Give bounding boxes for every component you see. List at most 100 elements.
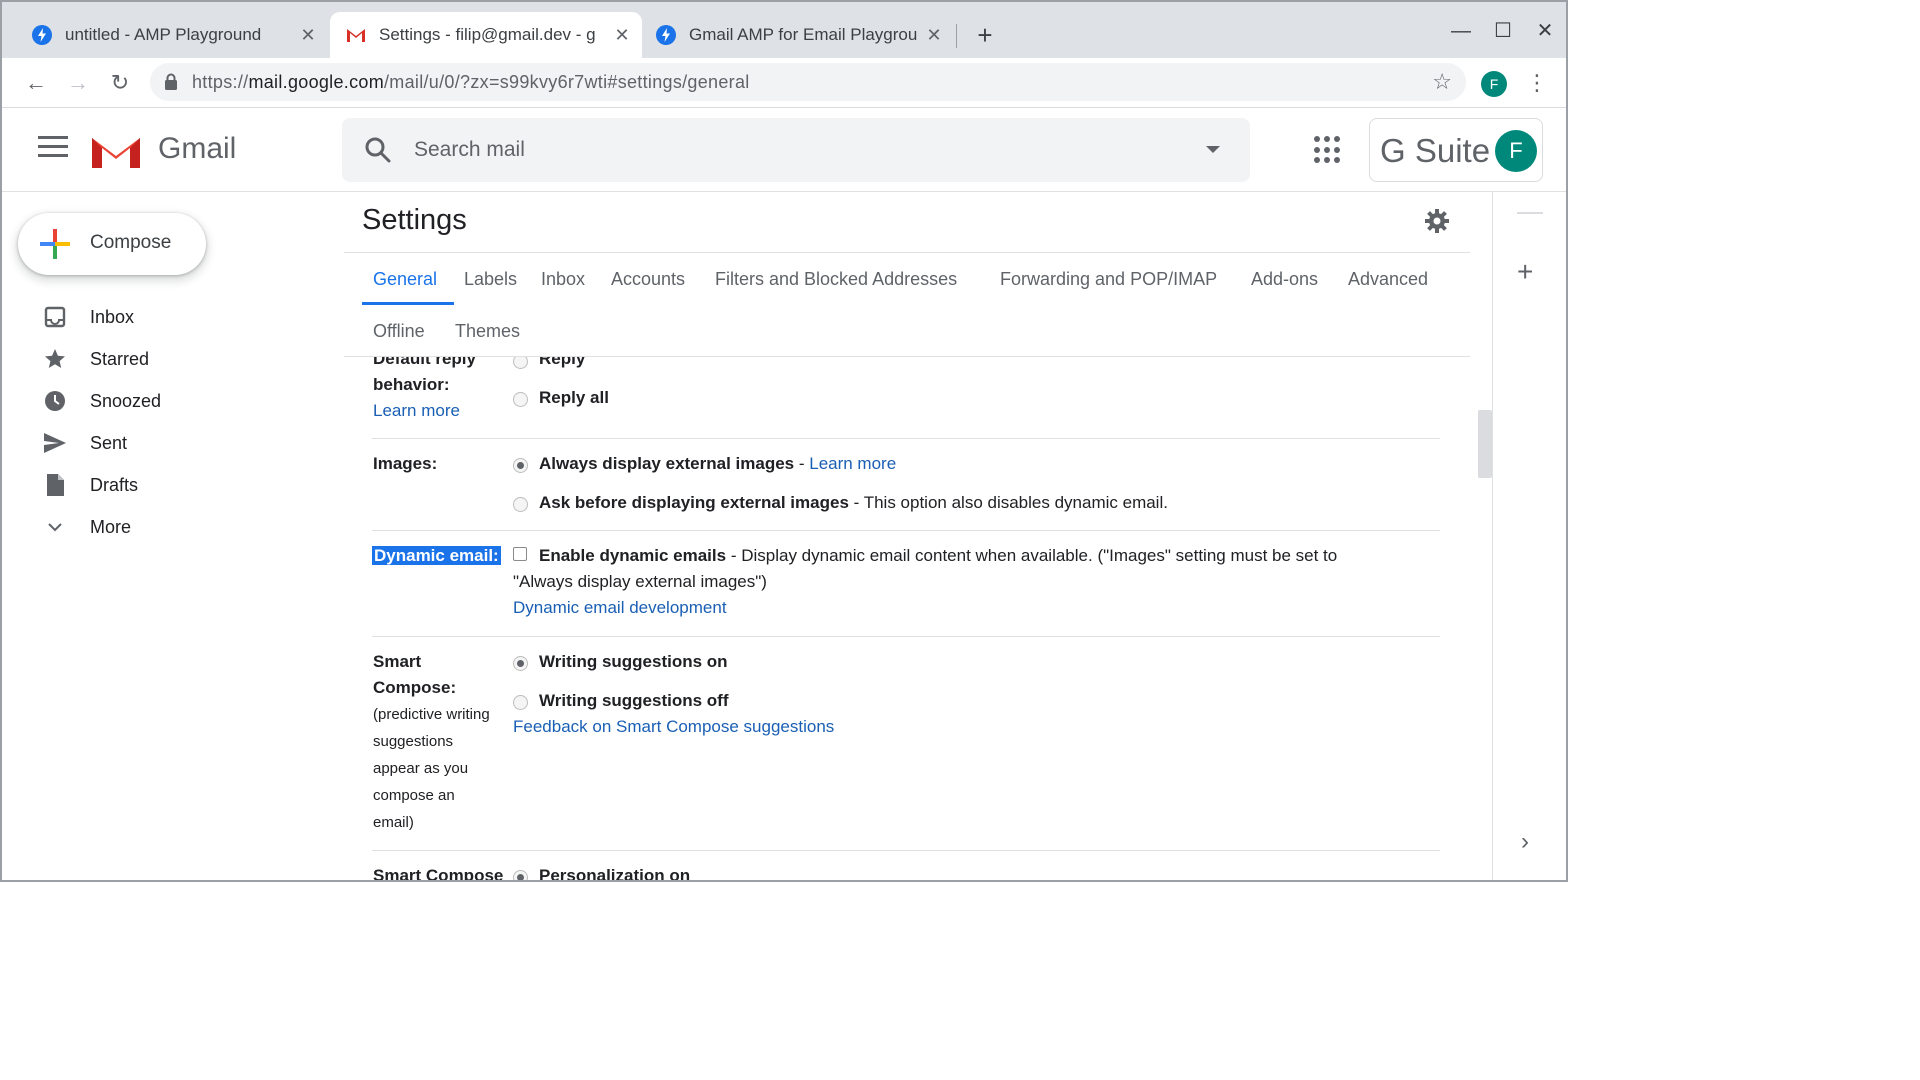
enable-dynamic-email-option: Enable dynamic emails - Display dynamic … (539, 546, 1337, 566)
gmail-header: Gmail G Suite F (2, 108, 1566, 192)
google-apps-icon[interactable] (1314, 136, 1342, 164)
close-tab-icon[interactable]: ✕ (298, 25, 318, 46)
tab-offline[interactable]: Offline (373, 321, 425, 342)
draft-file-icon (42, 472, 68, 498)
scrollbar-thumb[interactable] (1478, 410, 1492, 478)
smart-compose-desc: appear as you (373, 760, 469, 777)
account-avatar[interactable]: F (1495, 130, 1537, 172)
option-separator: - (794, 454, 810, 473)
nav-label: Sent (90, 432, 128, 453)
close-window-icon[interactable]: ✕ (1530, 16, 1560, 46)
gear-icon[interactable] (1424, 208, 1450, 234)
side-panel: + › (1492, 192, 1566, 880)
nav-item-inbox[interactable]: Inbox (2, 296, 322, 338)
close-tab-icon[interactable]: ✕ (612, 25, 632, 46)
writing-suggestions-off-option: Writing suggestions off (539, 691, 729, 710)
tab-inbox[interactable]: Inbox (541, 269, 585, 290)
reply-label-line2: behavior: (373, 375, 450, 394)
settings-content: Default reply behavior: Learn more Reply… (344, 357, 1470, 882)
browser-menu-icon[interactable]: ⋮ (1526, 68, 1548, 98)
divider (372, 850, 1440, 851)
nav-item-starred[interactable]: Starred (2, 338, 322, 380)
profile-avatar[interactable]: F (1481, 71, 1507, 97)
gmail-logo-icon[interactable] (90, 132, 142, 170)
selected-text: Dynamic email: (372, 546, 501, 565)
writing-suggestions-off-radio[interactable] (513, 695, 528, 710)
tab-forwarding[interactable]: Forwarding and POP/IMAP (1000, 269, 1217, 290)
lock-icon (165, 73, 177, 90)
reply-radio[interactable] (513, 357, 528, 369)
tab-title: Gmail AMP for Email Playgrou (689, 25, 918, 44)
tab-gmail-settings[interactable]: Settings - filip@gmail.dev - g ✕ (330, 12, 642, 58)
option-text: Enable dynamic emails (539, 546, 727, 565)
enable-dynamic-email-checkbox[interactable] (513, 547, 527, 561)
back-arrow-icon[interactable]: ← (20, 67, 52, 99)
tab-strip: untitled - AMP Playground ✕ Settings - f… (2, 2, 1566, 58)
personalization-on-option: Personalization on (539, 866, 691, 882)
inbox-icon (42, 304, 68, 330)
close-tab-icon[interactable]: ✕ (924, 25, 944, 46)
nav-label: Snoozed (90, 390, 162, 411)
get-addons-plus-icon[interactable]: + (1517, 256, 1533, 288)
nav-item-sent[interactable]: Sent (2, 422, 322, 464)
main-menu-icon[interactable] (38, 136, 68, 160)
tab-amp-email-playground[interactable]: Gmail AMP for Email Playgrou ✕ (630, 12, 954, 58)
nav-label: Starred (90, 348, 150, 369)
reply-all-radio[interactable] (513, 392, 528, 407)
tab-themes[interactable]: Themes (455, 321, 520, 342)
account-switcher[interactable]: G Suite F (1369, 118, 1543, 182)
search-input[interactable] (414, 134, 1174, 166)
ask-before-images-radio[interactable] (513, 497, 528, 512)
nav-label: Inbox (90, 306, 135, 327)
tab-separator (956, 24, 957, 48)
amp-bolt-icon (656, 25, 676, 45)
option-description: - This option also disables dynamic emai… (848, 493, 1168, 512)
smart-compose-feedback-link[interactable]: Feedback on Smart Compose suggestions (513, 717, 834, 737)
chevron-down-icon (42, 514, 68, 540)
search-bar (342, 118, 1250, 182)
bookmark-star-icon[interactable]: ☆ (1432, 69, 1452, 95)
writing-suggestions-on-radio[interactable] (513, 656, 528, 671)
tab-filters[interactable]: Filters and Blocked Addresses (715, 269, 957, 290)
tab-accounts[interactable]: Accounts (611, 269, 685, 290)
smart-compose-desc: email) (373, 814, 414, 831)
active-tab-indicator (362, 302, 454, 305)
images-learn-more-link[interactable]: Learn more (809, 454, 896, 473)
nav-item-snoozed[interactable]: Snoozed (2, 380, 322, 422)
option-text: Always display external images (539, 454, 795, 473)
tab-general[interactable]: General (373, 269, 437, 290)
search-icon[interactable] (364, 136, 392, 164)
compose-button[interactable]: Compose (18, 213, 206, 275)
nav-label: More (90, 516, 132, 537)
divider (372, 636, 1440, 637)
forward-arrow-icon[interactable]: → (62, 67, 94, 99)
smart-compose-desc: compose an (373, 787, 455, 804)
nav-item-drafts[interactable]: Drafts (2, 464, 322, 506)
address-bar[interactable]: https://mail.google.com/mail/u/0/?zx=s99… (150, 63, 1466, 101)
minimize-icon[interactable]: — (1446, 16, 1476, 46)
images-label: Images: (373, 454, 438, 473)
maximize-icon[interactable]: ☐ (1488, 16, 1518, 46)
smart-compose-desc: (predictive writing (373, 706, 490, 723)
tab-advanced[interactable]: Advanced (1348, 269, 1428, 290)
option-description: - Display dynamic email content when ava… (726, 546, 1338, 565)
clock-icon (42, 388, 68, 414)
compose-label: Compose (90, 232, 172, 253)
smart-compose-desc: suggestions (373, 733, 454, 750)
search-options-dropdown-icon[interactable] (1206, 146, 1220, 153)
reply-learn-more-link[interactable]: Learn more (373, 401, 460, 421)
reload-icon[interactable]: ↻ (104, 67, 136, 99)
chevron-right-icon[interactable]: › (1521, 828, 1529, 856)
tab-amp-playground[interactable]: untitled - AMP Playground ✕ (6, 12, 328, 58)
url-host: mail.google.com (248, 72, 384, 92)
tab-labels[interactable]: Labels (464, 269, 517, 290)
new-tab-icon[interactable]: + (970, 20, 1000, 50)
tab-addons[interactable]: Add-ons (1251, 269, 1318, 290)
nav-item-more[interactable]: More (2, 506, 322, 548)
dynamic-email-development-link[interactable]: Dynamic email development (513, 598, 727, 618)
always-display-images-option: Always display external images - Learn m… (539, 454, 896, 474)
dynamic-email-label: Dynamic email: (372, 546, 501, 566)
divider (372, 530, 1440, 531)
personalization-on-radio[interactable] (513, 870, 528, 880)
always-display-images-radio[interactable] (513, 458, 528, 473)
